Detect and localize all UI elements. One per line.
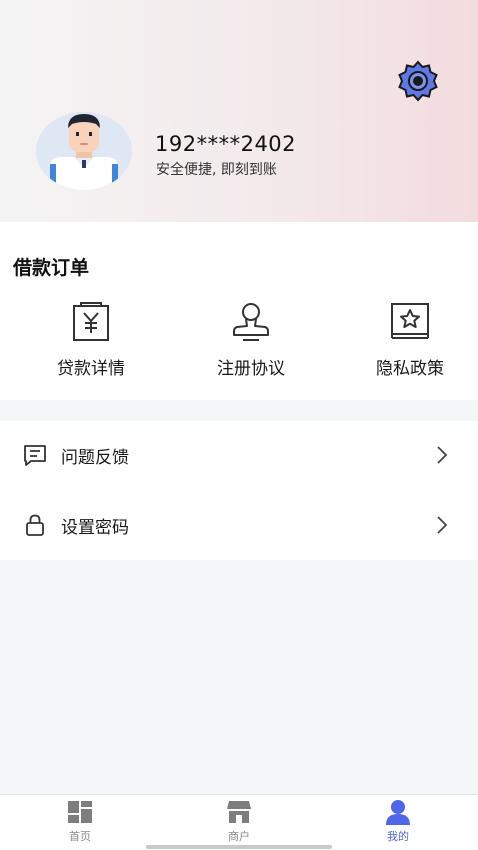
profile-slogan: 安全便捷, 即刻到账 — [156, 162, 277, 178]
registration-agreement-button[interactable]: 注册协议 — [191, 300, 311, 382]
star-frame-icon — [391, 303, 429, 339]
chevron-right-icon — [437, 446, 448, 464]
section-title: 借款订单 — [13, 257, 90, 279]
privacy-policy-button[interactable]: 隐私政策 — [350, 300, 470, 382]
order-item-label: 隐私政策 — [376, 359, 444, 379]
profile-header: 192****2402 安全便捷, 即刻到账 — [0, 0, 478, 222]
tab-mine[interactable]: 我的 — [358, 799, 438, 847]
home-grid-icon — [68, 801, 92, 823]
tab-label: 首页 — [69, 830, 91, 843]
loan-orders-section: 借款订单 贷款详情 注册协议 隐私政策 — [0, 222, 478, 400]
menu-item-label: 问题反馈 — [61, 447, 129, 468]
gear-icon — [398, 60, 438, 102]
settings-menu: 问题反馈 设置密码 — [0, 421, 478, 560]
menu-item-label: 设置密码 — [61, 517, 129, 538]
menu-item-feedback[interactable]: 问题反馈 — [0, 423, 478, 487]
avatar[interactable] — [36, 112, 132, 190]
user-icon — [386, 800, 410, 825]
loan-details-button[interactable]: 贷款详情 — [31, 300, 151, 382]
bottom-tab-bar: 首页 商户 我的 — [0, 794, 478, 850]
order-item-label: 注册协议 — [217, 359, 285, 379]
tab-home[interactable]: 首页 — [40, 799, 120, 847]
chevron-right-icon — [437, 516, 448, 534]
store-icon — [227, 801, 251, 823]
home-indicator — [146, 845, 332, 849]
user-avatar-icon — [36, 112, 132, 190]
phone-number: 192****2402 — [155, 132, 297, 156]
tab-label: 商户 — [228, 830, 250, 843]
receipt-yen-icon — [73, 302, 109, 341]
lock-icon — [26, 514, 44, 536]
message-icon — [24, 445, 46, 466]
tab-label: 我的 — [387, 830, 409, 843]
settings-button[interactable] — [395, 58, 441, 104]
order-item-label: 贷款详情 — [57, 359, 125, 379]
menu-item-set-password[interactable]: 设置密码 — [0, 493, 478, 557]
stamp-icon — [233, 303, 269, 341]
tab-merchant[interactable]: 商户 — [199, 799, 279, 847]
